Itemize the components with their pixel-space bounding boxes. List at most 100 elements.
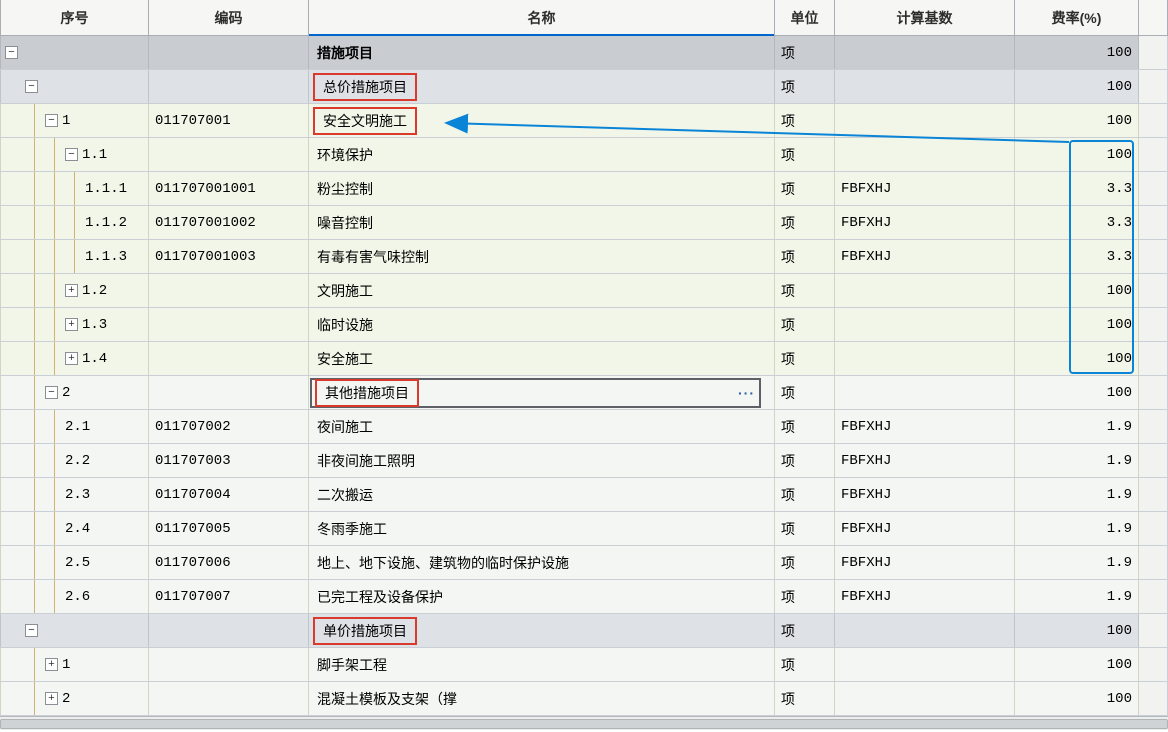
collapse-icon[interactable] — [65, 148, 78, 161]
cell-calc-base[interactable] — [834, 342, 1014, 375]
cell-unit[interactable]: 项 — [774, 104, 834, 137]
cell-code[interactable] — [148, 376, 308, 409]
name-cell-editor[interactable]: 其他措施项目··· — [310, 378, 761, 408]
cell-rate[interactable]: 100 — [1014, 274, 1138, 307]
cell-unit[interactable]: 项 — [774, 614, 834, 647]
table-row[interactable]: 1.1环境保护项100 — [0, 138, 1168, 172]
cell-name[interactable]: 噪音控制 — [308, 206, 774, 239]
cell-code[interactable] — [148, 36, 308, 69]
cell-calc-base[interactable]: FBFXHJ — [834, 546, 1014, 579]
cell-calc-base[interactable]: FBFXHJ — [834, 410, 1014, 443]
cell-rate[interactable]: 3.3 — [1014, 172, 1138, 205]
cell-name[interactable]: 冬雨季施工 — [308, 512, 774, 545]
cell-calc-base[interactable] — [834, 682, 1014, 715]
cell-calc-base[interactable] — [834, 376, 1014, 409]
cell-code[interactable]: 011707002 — [148, 410, 308, 443]
expand-icon[interactable] — [65, 318, 78, 331]
expand-icon[interactable] — [45, 692, 58, 705]
col-header-code[interactable]: 编码 — [148, 0, 308, 35]
expand-icon[interactable] — [65, 284, 78, 297]
table-row[interactable]: 2混凝土模板及支架（撑项100 — [0, 682, 1168, 716]
cell-name[interactable]: 临时设施 — [308, 308, 774, 341]
cell-unit[interactable]: 项 — [774, 138, 834, 171]
table-row[interactable]: 2.3011707004二次搬运项FBFXHJ1.9 — [0, 478, 1168, 512]
cell-unit[interactable]: 项 — [774, 240, 834, 273]
cell-name[interactable]: 混凝土模板及支架（撑 — [308, 682, 774, 715]
cell-code[interactable] — [148, 308, 308, 341]
cell-rate[interactable]: 3.3 — [1014, 240, 1138, 273]
cell-name[interactable]: 文明施工 — [308, 274, 774, 307]
cell-calc-base[interactable]: FBFXHJ — [834, 206, 1014, 239]
cell-rate[interactable]: 1.9 — [1014, 512, 1138, 545]
cell-rate[interactable]: 100 — [1014, 376, 1138, 409]
table-row[interactable]: 1.1.1011707001001粉尘控制项FBFXHJ3.3 — [0, 172, 1168, 206]
table-row[interactable]: 2其他措施项目···项100 — [0, 376, 1168, 410]
col-header-unit[interactable]: 单位 — [774, 0, 834, 35]
collapse-icon[interactable] — [45, 114, 58, 127]
table-row[interactable]: 1.1.2011707001002噪音控制项FBFXHJ3.3 — [0, 206, 1168, 240]
cell-name[interactable]: 二次搬运 — [308, 478, 774, 511]
cell-unit[interactable]: 项 — [774, 682, 834, 715]
cell-rate[interactable]: 1.9 — [1014, 444, 1138, 477]
cell-code[interactable]: 011707001003 — [148, 240, 308, 273]
table-row[interactable]: 1脚手架工程项100 — [0, 648, 1168, 682]
cell-rate[interactable]: 1.9 — [1014, 580, 1138, 613]
cell-rate[interactable]: 100 — [1014, 342, 1138, 375]
table-row[interactable]: 措施项目项100 — [0, 36, 1168, 70]
collapse-icon[interactable] — [5, 46, 18, 59]
cell-rate[interactable]: 100 — [1014, 36, 1138, 69]
table-row[interactable]: 1.4安全施工项100 — [0, 342, 1168, 376]
table-row[interactable]: 2.6011707007已完工程及设备保护项FBFXHJ1.9 — [0, 580, 1168, 614]
table-row[interactable]: 总价措施项目项 100 — [0, 70, 1168, 104]
cell-code[interactable]: 011707006 — [148, 546, 308, 579]
cell-name[interactable]: 有毒有害气味控制 — [308, 240, 774, 273]
cell-calc-base[interactable] — [834, 308, 1014, 341]
cell-name[interactable]: 环境保护 — [308, 138, 774, 171]
cell-code[interactable] — [148, 70, 308, 103]
cell-unit[interactable]: 项 — [774, 546, 834, 579]
cell-unit[interactable]: 项 — [774, 274, 834, 307]
cell-name[interactable]: 安全文明施工 — [308, 104, 774, 137]
cell-name[interactable]: 总价措施项目 — [308, 70, 774, 103]
col-header-name[interactable]: 名称 — [308, 0, 774, 35]
col-header-seq[interactable]: 序号 — [0, 0, 148, 35]
cell-code[interactable]: 011707001002 — [148, 206, 308, 239]
table-row[interactable]: 1.1.3011707001003有毒有害气味控制项FBFXHJ3.3 — [0, 240, 1168, 274]
cell-unit[interactable]: 项 — [774, 512, 834, 545]
cell-calc-base[interactable]: FBFXHJ — [834, 478, 1014, 511]
cell-name[interactable]: 措施项目 — [308, 36, 774, 69]
collapse-icon[interactable] — [25, 624, 38, 637]
cell-unit[interactable]: 项 — [774, 580, 834, 613]
table-row[interactable]: 1.2文明施工项100 — [0, 274, 1168, 308]
cell-calc-base[interactable]: FBFXHJ — [834, 240, 1014, 273]
table-row[interactable]: 2.1011707002夜间施工项FBFXHJ1.9 — [0, 410, 1168, 444]
table-row[interactable]: 2.5011707006地上、地下设施、建筑物的临时保护设施项FBFXHJ1.9 — [0, 546, 1168, 580]
cell-calc-base[interactable] — [834, 648, 1014, 681]
cell-code[interactable]: 011707003 — [148, 444, 308, 477]
cell-calc-base[interactable]: FBFXHJ — [834, 512, 1014, 545]
col-header-base[interactable]: 计算基数 — [834, 0, 1014, 35]
cell-code[interactable]: 011707005 — [148, 512, 308, 545]
cell-rate[interactable]: 100 — [1014, 308, 1138, 341]
cell-calc-base[interactable]: FBFXHJ — [834, 172, 1014, 205]
cell-name[interactable]: 夜间施工 — [308, 410, 774, 443]
cell-unit[interactable]: 项 — [774, 648, 834, 681]
cell-unit[interactable]: 项 — [774, 70, 834, 103]
cell-name[interactable]: 已完工程及设备保护 — [308, 580, 774, 613]
cell-rate[interactable]: 3.3 — [1014, 206, 1138, 239]
cell-rate[interactable]: 100 — [1014, 682, 1138, 715]
cell-code[interactable]: 011707007 — [148, 580, 308, 613]
cell-name[interactable]: 非夜间施工照明 — [308, 444, 774, 477]
cell-rate[interactable]: 100 — [1014, 104, 1138, 137]
cell-name[interactable]: 其他措施项目··· — [308, 376, 774, 409]
cell-code[interactable] — [148, 648, 308, 681]
expand-icon[interactable] — [45, 658, 58, 671]
cell-unit[interactable]: 项 — [774, 376, 834, 409]
collapse-icon[interactable] — [25, 80, 38, 93]
cell-calc-base[interactable] — [834, 36, 1014, 69]
cell-unit[interactable]: 项 — [774, 308, 834, 341]
cell-code[interactable] — [148, 274, 308, 307]
cell-rate[interactable]: 100 — [1014, 70, 1138, 103]
cell-rate[interactable]: 1.9 — [1014, 478, 1138, 511]
cell-calc-base[interactable] — [834, 614, 1014, 647]
